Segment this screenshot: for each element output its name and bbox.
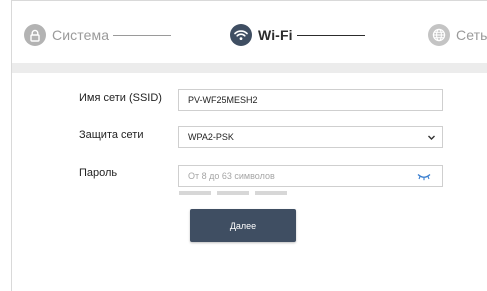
ssid-value: PV-WF25MESH2	[188, 95, 258, 105]
step-system-label: Система	[52, 27, 110, 43]
lock-icon	[24, 24, 46, 46]
password-strength-bar	[255, 191, 287, 195]
step-connector	[113, 34, 172, 36]
wifi-icon	[230, 24, 252, 46]
security-label: Защита сети	[79, 129, 144, 141]
next-button[interactable]: Далее	[190, 209, 296, 242]
security-select[interactable]: WPA2-PSK	[178, 126, 443, 148]
next-button-label: Далее	[229, 220, 257, 231]
eye-closed-icon[interactable]	[417, 173, 431, 183]
section-divider-band	[12, 63, 487, 73]
password-label: Пароль	[79, 167, 118, 179]
security-value: WPA2-PSK	[188, 132, 234, 142]
password-input[interactable]: От 8 до 63 символов	[178, 165, 443, 187]
step-wifi[interactable]: Wi-Fi	[230, 23, 365, 47]
step-network[interactable]: Сеть	[428, 23, 487, 47]
ssid-label: Имя сети (SSID)	[79, 92, 162, 104]
step-wifi-label: Wi-Fi	[258, 27, 293, 43]
password-strength-bar	[179, 191, 211, 195]
password-placeholder: От 8 до 63 символов	[188, 171, 275, 181]
ssid-input[interactable]: PV-WF25MESH2	[178, 89, 443, 111]
wizard-stepper: Система Wi-Fi Сеть	[12, 1, 487, 63]
password-strength-bar	[217, 191, 249, 195]
step-system[interactable]: Система	[24, 23, 172, 47]
chevron-down-icon	[427, 133, 436, 144]
wizard-frame: Система Wi-Fi Сеть Имя сети (SSID) PV-WF…	[11, 0, 487, 291]
step-network-label: Сеть	[456, 27, 487, 43]
step-connector	[296, 34, 365, 36]
globe-icon	[428, 24, 450, 46]
